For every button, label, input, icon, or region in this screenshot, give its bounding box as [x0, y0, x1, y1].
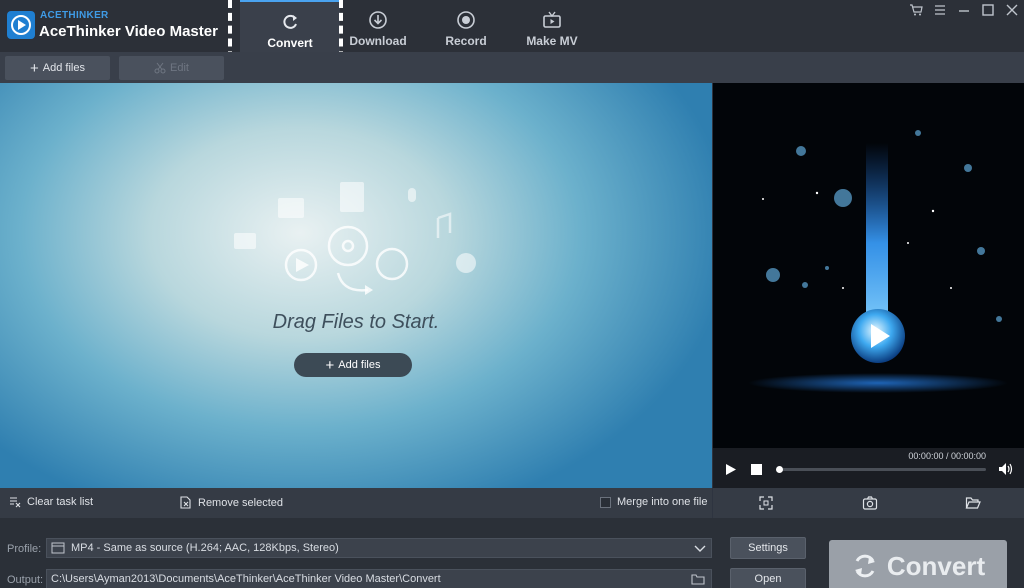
- video-format-icon: [51, 542, 65, 554]
- output-label: Output:: [7, 574, 44, 586]
- edit-button[interactable]: Edit: [119, 56, 224, 80]
- center-add-files-button[interactable]: + Add files: [294, 353, 412, 377]
- app-title: AceThinker Video Master: [39, 23, 218, 40]
- media-illustration-icon: [234, 182, 476, 295]
- refresh-icon: [854, 554, 875, 578]
- clear-task-list-button[interactable]: Clear task list: [9, 496, 93, 508]
- brand-name: ACETHINKER: [40, 10, 109, 21]
- profile-select[interactable]: MP4 - Same as source (H.264; AAC, 128Kbp…: [46, 538, 712, 558]
- title-bar: ACETHINKER AceThinker Video Master Conve…: [0, 0, 1024, 52]
- center-add-files-label: Add files: [338, 359, 381, 371]
- add-files-label: Add files: [42, 62, 85, 74]
- stop-icon[interactable]: [751, 464, 762, 475]
- tv-icon: [543, 11, 561, 28]
- profile-label: Profile:: [7, 543, 42, 555]
- progress-track[interactable]: [778, 468, 986, 471]
- merge-checkbox[interactable]: [600, 496, 611, 508]
- fullscreen-icon[interactable]: [758, 495, 774, 511]
- clear-task-list-label: Clear task list: [27, 496, 94, 508]
- preview-splash-icon: [748, 130, 1008, 393]
- merge-option[interactable]: Merge into one file: [600, 496, 708, 508]
- convert-button[interactable]: Convert: [829, 540, 1007, 588]
- browse-folder-icon[interactable]: [691, 573, 705, 585]
- tab-make-mv[interactable]: Make MV: [502, 0, 602, 52]
- tab-make-mv-label: Make MV: [526, 34, 578, 48]
- task-bar: Clear task list Remove selected Merge in…: [0, 488, 712, 518]
- minimize-icon[interactable]: [954, 2, 974, 18]
- file-drop-area[interactable]: Drag Files to Start. + Add files: [0, 83, 712, 488]
- toolbar: + Add files Edit: [0, 52, 1024, 83]
- remove-selected-label: Remove selected: [198, 496, 283, 509]
- edit-label: Edit: [170, 62, 189, 74]
- open-button[interactable]: Open: [730, 568, 806, 588]
- playback-time: 00:00:00 / 00:00:00: [908, 451, 986, 461]
- download-icon: [369, 11, 387, 29]
- progress-knob[interactable]: [776, 466, 783, 473]
- maximize-icon[interactable]: [978, 2, 998, 18]
- play-icon[interactable]: [725, 463, 737, 476]
- open-folder-icon[interactable]: [965, 495, 981, 511]
- profile-value: MP4 - Same as source (H.264; AAC, 128Kbp…: [71, 542, 339, 554]
- tab-download[interactable]: Download: [328, 0, 428, 52]
- menu-icon[interactable]: [930, 2, 950, 18]
- close-icon[interactable]: [1002, 2, 1022, 18]
- remove-selected-button[interactable]: Remove selected: [180, 496, 283, 509]
- tab-convert-label: Convert: [267, 36, 313, 50]
- chevron-down-icon: [694, 545, 706, 552]
- record-icon: [457, 11, 475, 29]
- output-path-value: C:\Users\Ayman2013\Documents\AceThinker\…: [51, 573, 441, 585]
- preview-tools: [713, 488, 1024, 518]
- volume-icon[interactable]: [998, 462, 1014, 476]
- clear-list-icon: [10, 497, 21, 508]
- video-preview: [713, 83, 1024, 448]
- tab-convert[interactable]: Convert: [240, 0, 340, 52]
- add-files-button[interactable]: + Add files: [5, 56, 110, 80]
- tab-download-label: Download: [349, 34, 407, 48]
- settings-button[interactable]: Settings: [730, 537, 806, 559]
- remove-file-icon: [180, 496, 191, 509]
- output-path-field[interactable]: C:\Users\Ayman2013\Documents\AceThinker\…: [46, 569, 712, 588]
- app-logo-icon: [7, 11, 35, 39]
- plus-icon: +: [325, 356, 335, 374]
- plus-icon: +: [30, 59, 39, 77]
- drag-prompt: Drag Files to Start.: [272, 311, 440, 333]
- convert-label: Convert: [886, 550, 986, 581]
- tab-record-label: Record: [445, 34, 487, 48]
- snapshot-camera-icon[interactable]: [862, 495, 878, 511]
- cart-icon[interactable]: [906, 2, 926, 18]
- merge-label: Merge into one file: [617, 496, 708, 508]
- scissors-icon: [154, 62, 166, 74]
- tab-record[interactable]: Record: [416, 0, 516, 52]
- refresh-icon: [283, 14, 297, 29]
